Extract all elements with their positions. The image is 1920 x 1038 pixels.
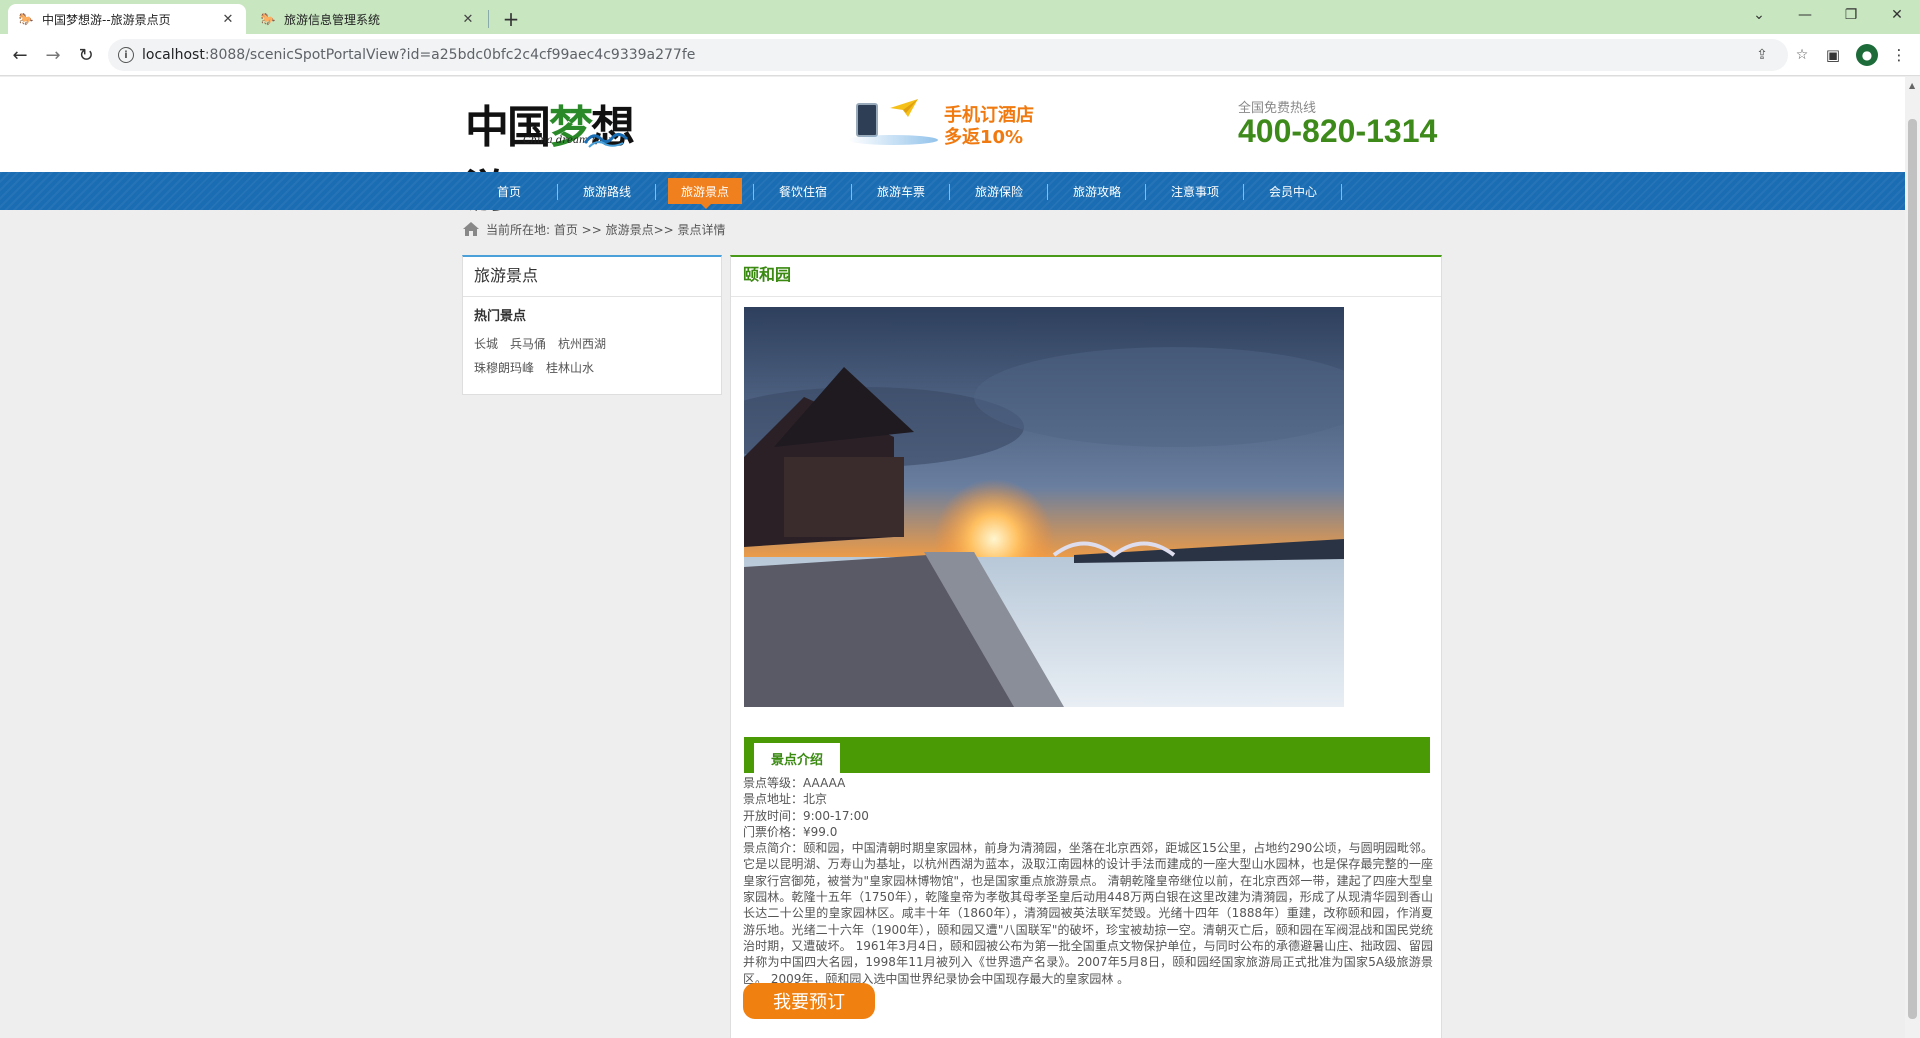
scrollbar-thumb[interactable] — [1908, 119, 1917, 1019]
spot-description: 景点简介：颐和园，中国清朝时期皇家园林，前身为清漪园，坐落在北京西郊，距城区15… — [743, 841, 1433, 986]
site-logo[interactable]: 中国梦想游 China dream tour — [465, 91, 665, 217]
browser-tab-bar: 🐎 中国梦想游--旅游景点页 ✕ 🐎 旅游信息管理系统 ✕ + ⌄ — ❐ ✕ — [0, 0, 1920, 34]
paper-plane-icon — [890, 99, 918, 117]
browser-tab-2[interactable]: 🐎 旅游信息管理系统 ✕ — [250, 4, 486, 34]
main-nav: 首页 旅游路线 旅游景点 餐饮住宿 旅游车票 旅游保险 旅游攻略 注意事项 会员… — [0, 172, 1905, 210]
page-scrollbar[interactable]: ▲ — [1905, 77, 1920, 1038]
sidebar-subtitle: 热门景点 — [474, 309, 527, 324]
menu-kebab-icon[interactable]: ⋮ — [1888, 44, 1910, 66]
summer-palace-photo — [744, 307, 1344, 707]
close-tab-icon[interactable]: ✕ — [460, 11, 476, 27]
hot-spot-link[interactable]: 长城 — [474, 332, 498, 356]
nav-item-home[interactable]: 首页 — [472, 178, 546, 204]
tab-title: 中国梦想游--旅游景点页 — [42, 12, 171, 27]
nav-item-guides[interactable]: 旅游攻略 — [1060, 178, 1134, 204]
nav-separator — [851, 184, 852, 200]
site-info-icon[interactable]: i — [118, 47, 134, 63]
wave-icon — [583, 132, 629, 148]
intro-section-header: 景点介绍 — [744, 737, 1430, 773]
swoosh-decoration — [848, 135, 938, 145]
scroll-up-arrow-icon[interactable]: ▲ — [1909, 81, 1915, 90]
side-panel-icon[interactable]: ▣ — [1822, 44, 1844, 66]
spot-photo — [744, 307, 1344, 707]
share-icon[interactable]: ⇪ — [1752, 45, 1772, 65]
profile-avatar-icon[interactable]: ● — [1856, 44, 1878, 66]
hotline-number: 400-820-1314 — [1238, 113, 1438, 149]
nav-separator — [1047, 184, 1048, 200]
horse-favicon-icon: 🐎 — [260, 12, 276, 26]
breadcrumb-text[interactable]: 当前所在地: 首页 >> 旅游景点>> 景点详情 — [486, 221, 726, 238]
hot-spot-link[interactable]: 珠穆朗玛峰 — [474, 356, 534, 380]
nav-separator — [655, 184, 656, 200]
restore-button[interactable]: ❐ — [1828, 0, 1874, 30]
nav-item-insurance[interactable]: 旅游保险 — [962, 178, 1036, 204]
new-tab-button[interactable]: + — [498, 6, 524, 32]
horse-favicon-icon: 🐎 — [18, 12, 34, 26]
phone-icon — [856, 103, 878, 137]
bookmark-star-icon[interactable]: ☆ — [1792, 45, 1812, 65]
spot-price: 门票价格：¥99.0 — [743, 824, 838, 839]
hotel-promo-banner[interactable]: 手机订酒店 多返10% — [848, 93, 1048, 153]
forward-arrow-icon[interactable]: → — [41, 43, 65, 67]
nav-item-tickets[interactable]: 旅游车票 — [864, 178, 938, 204]
spot-address: 景点地址：北京 — [743, 792, 828, 807]
breadcrumb: 当前所在地: 首页 >> 旅游景点>> 景点详情 — [462, 220, 726, 238]
reload-icon[interactable]: ↻ — [74, 43, 98, 67]
address-bar[interactable]: i localhost:8088/scenicSpotPortalView?id… — [108, 39, 1808, 71]
nav-item-notices[interactable]: 注意事项 — [1158, 178, 1232, 204]
nav-separator — [949, 184, 950, 200]
nav-separator — [1243, 184, 1244, 200]
tab-separator — [488, 10, 489, 28]
close-window-button[interactable]: ✕ — [1874, 0, 1920, 30]
sidebar-title: 旅游景点 — [463, 257, 721, 297]
spot-detail-panel: 颐和园 景点介绍 景点等级：AAAAA 景点地址：北京 开放时间：9:00-17… — [730, 255, 1442, 1038]
hot-spot-link[interactable]: 桂林山水 — [546, 356, 594, 380]
url-path: :8088/scenicSpotPortalView?id=a25bdc0bfc… — [204, 47, 696, 63]
url-host: localhost — [142, 47, 205, 63]
minimize-button[interactable]: — — [1782, 0, 1828, 30]
nav-separator — [753, 184, 754, 200]
browser-toolbar: ← → ↻ i localhost:8088/scenicSpotPortalV… — [0, 34, 1920, 76]
browser-tab-active[interactable]: 🐎 中国梦想游--旅游景点页 ✕ — [8, 4, 246, 34]
nav-item-routes[interactable]: 旅游路线 — [570, 178, 644, 204]
nav-item-member[interactable]: 会员中心 — [1256, 178, 1330, 204]
nav-separator — [1341, 184, 1342, 200]
spot-details: 景点等级：AAAAA 景点地址：北京 开放时间：9:00-17:00 门票价格：… — [743, 775, 1433, 987]
spot-level: 景点等级：AAAAA — [743, 776, 846, 790]
tab-search-chevron-icon[interactable]: ⌄ — [1736, 0, 1782, 30]
intro-tab[interactable]: 景点介绍 — [754, 743, 840, 773]
home-icon — [463, 222, 479, 236]
close-tab-icon[interactable]: ✕ — [220, 11, 236, 27]
page-viewport: 中国梦想游 China dream tour 手机订酒店 多返10% 全国免费热… — [0, 77, 1905, 1038]
hot-spot-link[interactable]: 兵马俑 — [510, 332, 546, 356]
nav-separator — [1145, 184, 1146, 200]
url-text[interactable]: localhost:8088/scenicSpotPortalView?id=a… — [142, 47, 695, 63]
back-arrow-icon[interactable]: ← — [8, 43, 32, 67]
hot-spots-list: 长城 兵马俑 杭州西湖 珠穆朗玛峰 桂林山水 — [463, 324, 683, 380]
book-now-button[interactable]: 我要预订 — [743, 983, 875, 1019]
spot-hours: 开放时间：9:00-17:00 — [743, 808, 869, 823]
tab-title: 旅游信息管理系统 — [284, 12, 381, 27]
nav-item-dining[interactable]: 餐饮住宿 — [766, 178, 840, 204]
nav-separator — [557, 184, 558, 200]
nav-item-scenic-spots[interactable]: 旅游景点 — [668, 178, 742, 209]
hot-spot-link[interactable]: 杭州西湖 — [558, 332, 606, 356]
sidebar: 旅游景点 热门景点 长城 兵马俑 杭州西湖 珠穆朗玛峰 桂林山水 — [462, 255, 722, 395]
spot-title: 颐和园 — [731, 257, 1441, 297]
promo-line-2: 多返10% — [944, 127, 1024, 148]
site-header: 中国梦想游 China dream tour 手机订酒店 多返10% 全国免费热… — [0, 77, 1905, 217]
